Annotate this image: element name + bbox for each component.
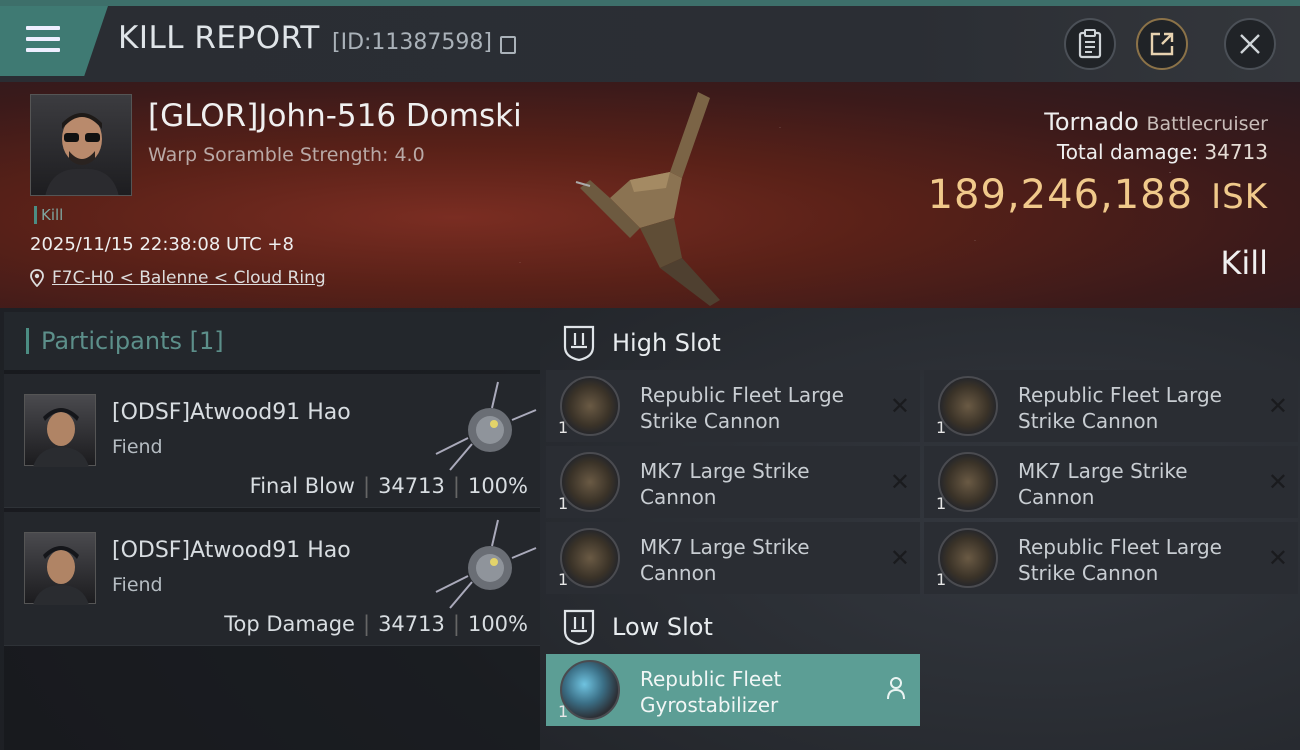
low-slot-header: Low Slot [546, 596, 1300, 658]
participant-percent: 100% [467, 474, 528, 498]
clipboard-icon [1078, 29, 1102, 59]
module-quantity: 1 [558, 494, 569, 513]
module-name: Republic Fleet Large Strike Cannon [1018, 383, 1222, 433]
participant-ship: Fiend [112, 436, 163, 458]
hamburger-icon [26, 26, 60, 54]
cannon-icon [938, 528, 998, 588]
participants-header: Participants [1] [4, 312, 540, 370]
module-item[interactable]: 1 Republic Fleet Large Strike Cannon ✕ [546, 370, 920, 442]
report-button[interactable] [1064, 18, 1116, 70]
ship-info: Tornado Battlecruiser [1044, 108, 1268, 136]
participant-damage: 34713 [378, 612, 445, 636]
participant-portrait-figure [33, 546, 89, 605]
module-item[interactable]: 1 MK7 Large Strike Cannon ✕ [546, 522, 920, 594]
isk-value-line: 189,246,188 ISK [928, 172, 1268, 218]
module-item[interactable]: 1 MK7 Large Strike Cannon ✕ [546, 446, 920, 518]
module-name: MK7 Large Strike Cannon [640, 459, 810, 509]
module-item-dropped[interactable]: 1 Republic Fleet Gyrostabilizer [546, 654, 920, 726]
share-icon [1150, 32, 1174, 56]
destroyed-icon: ✕ [1267, 468, 1288, 496]
destroyed-icon: ✕ [889, 544, 910, 572]
cannon-icon [938, 376, 998, 436]
participant-ship: Fiend [112, 574, 163, 596]
module-quantity: 1 [558, 418, 569, 437]
high-slot-icon [563, 325, 595, 361]
low-slot-title: Low Slot [612, 613, 713, 641]
victim-avatar[interactable] [30, 94, 132, 196]
destroyed-icon: ✕ [889, 468, 910, 496]
page-title: KILL REPORT [118, 20, 320, 56]
participant-avatar[interactable] [24, 532, 96, 605]
participant-name: [ODSF]Atwood91 Hao [112, 538, 351, 563]
kill-location[interactable]: F7C-H0 < Balenne < Cloud Ring [30, 268, 326, 288]
high-slot-title: High Slot [612, 329, 721, 357]
high-slot-header: High Slot [546, 312, 1300, 374]
isk-value: 189,246,188 [927, 172, 1194, 218]
kill-id: [ID:11387598] [332, 30, 492, 55]
module-quantity: 1 [936, 494, 947, 513]
participant-stats: Top Damage | 34713 | 100% [224, 612, 528, 636]
module-item[interactable]: 1 Republic Fleet Large Strike Cannon ✕ [924, 522, 1298, 594]
destroyed-icon: ✕ [889, 392, 910, 420]
close-icon [1240, 34, 1260, 54]
copy-icon[interactable] [500, 36, 516, 54]
cannon-icon [560, 452, 620, 512]
participants-panel: Participants [1] [ODSF]Atwood91 Hao Fien… [4, 312, 540, 750]
ship-class: Battlecruiser [1146, 113, 1268, 135]
kill-datetime: 2025/11/15 22:38:08 UTC +8 [30, 234, 294, 255]
module-quantity: 1 [936, 570, 947, 589]
location-link[interactable]: F7C-H0 < Balenne < Cloud Ring [52, 268, 326, 288]
ship-name: Tornado [1044, 108, 1139, 136]
participant-stats: Final Blow | 34713 | 100% [249, 474, 528, 498]
cannon-icon [560, 376, 620, 436]
participant-avatar[interactable] [24, 394, 96, 467]
module-quantity: 1 [558, 702, 569, 721]
module-quantity: 1 [936, 418, 947, 437]
destroyed-icon: ✕ [1267, 544, 1288, 572]
module-name: Republic Fleet Gyrostabilizer [640, 667, 782, 717]
victim-name: [GLOR]John-516 Domski [148, 98, 522, 134]
kill-tag: Kill [34, 206, 63, 224]
participant-ship-image [435, 381, 537, 471]
participant-role: Final Blow [249, 474, 355, 498]
gyrostabilizer-icon [560, 660, 620, 720]
participant-row[interactable]: [ODSF]Atwood91 Hao Fiend Final Blow | 3471… [4, 374, 540, 508]
module-name: MK7 Large Strike Cannon [640, 535, 810, 585]
participants-title: Participants [41, 327, 182, 355]
total-damage: Total damage: 34713 [1057, 140, 1268, 164]
destroyed-icon: ✕ [1267, 392, 1288, 420]
module-name: Republic Fleet Large Strike Cannon [640, 383, 844, 433]
participants-count: [1] [189, 327, 224, 355]
cannon-icon [938, 452, 998, 512]
participant-ship-image [435, 519, 537, 609]
module-quantity: 1 [558, 570, 569, 589]
share-button[interactable] [1136, 18, 1188, 70]
module-name: Republic Fleet Large Strike Cannon [1018, 535, 1222, 585]
participant-damage: 34713 [378, 474, 445, 498]
low-slot-icon [563, 609, 595, 645]
ship-image [575, 92, 720, 306]
module-name: MK7 Large Strike Cannon [1018, 459, 1188, 509]
victim-banner: [GLOR]John-516 Domski Warp Soramble Stre… [0, 82, 1300, 308]
total-damage-label: Total damage: [1056, 140, 1199, 164]
participant-role: Top Damage [224, 612, 355, 636]
kill-result: Kill [1220, 244, 1268, 282]
participant-row[interactable]: [ODSF]Atwood91 Hao Fiend Top Damage | 3471… [4, 512, 540, 646]
total-damage-value: 34713 [1204, 140, 1268, 164]
participant-percent: 100% [467, 612, 528, 636]
isk-unit: ISK [1211, 177, 1268, 217]
participant-portrait-figure [33, 408, 89, 467]
participant-name: [ODSF]Atwood91 Hao [112, 400, 351, 425]
victim-portrait-figure [45, 113, 119, 195]
close-button[interactable] [1224, 18, 1276, 70]
location-pin-icon [30, 269, 44, 287]
person-icon [887, 677, 905, 700]
module-item[interactable]: 1 Republic Fleet Large Strike Cannon ✕ [924, 370, 1298, 442]
cannon-icon [560, 528, 620, 588]
warp-scramble-strength: Warp Soramble Strength: 4.0 [148, 144, 425, 166]
module-item[interactable]: 1 MK7 Large Strike Cannon ✕ [924, 446, 1298, 518]
